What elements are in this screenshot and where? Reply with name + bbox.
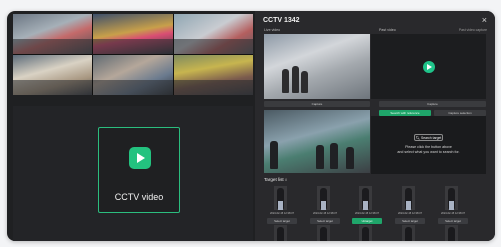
- past-video-label: Past video: [379, 28, 396, 32]
- select-target-button[interactable]: Select target: [310, 218, 340, 224]
- target-thumbnail[interactable]: [274, 186, 287, 210]
- person-figure: [346, 147, 354, 169]
- target-list-title: Target list 8: [264, 177, 287, 182]
- camera-tile-6[interactable]: [173, 55, 253, 95]
- person-figure: [330, 143, 338, 169]
- detail-panel: CCTV 1342 × Live video Past video Past v…: [255, 11, 495, 241]
- list-item: 2024-02-15 12:38:37 Untarget: [350, 186, 384, 241]
- past-video-player[interactable]: [371, 34, 486, 99]
- past-video-capture-label: Past video capture: [458, 28, 487, 32]
- target-timestamp: 2024-02-15 12:38:37: [269, 212, 295, 215]
- target-thumbnail[interactable]: [445, 225, 458, 241]
- list-item: 2024-02-15 12:38:37 Select target: [308, 186, 342, 241]
- untarget-button[interactable]: Untarget: [352, 218, 382, 224]
- search-panel: 🔍︎ Search target Please click the button…: [371, 116, 486, 174]
- target-thumbnail[interactable]: [274, 225, 287, 241]
- panel-title: CCTV 1342: [263, 17, 300, 24]
- camera-tile-3[interactable]: [173, 14, 253, 54]
- live-video-player[interactable]: [264, 34, 370, 99]
- camera-tile-2[interactable]: [93, 14, 173, 54]
- video-drop-area: CCTV video: [13, 106, 253, 241]
- cctv-video-label: CCTV video: [114, 192, 164, 202]
- person-figure: [282, 69, 289, 93]
- target-thumbnail[interactable]: [359, 186, 372, 210]
- camera-tile-5[interactable]: [93, 55, 173, 95]
- list-item: 2024-02-15 12:38:37 Select target: [265, 186, 299, 241]
- person-figure: [292, 66, 299, 93]
- target-count: 8: [284, 178, 287, 182]
- search-target-label: Search target: [420, 136, 442, 140]
- list-item: 2024-02-15 12:38:37 Select target: [393, 186, 427, 241]
- camera-tile-4[interactable]: [13, 55, 93, 95]
- list-item: 2024-02-15 12:38:37 Select target: [436, 186, 470, 241]
- live-capture-button[interactable]: Capture: [264, 101, 370, 107]
- target-timestamp: 2024-02-15 12:38:37: [354, 212, 380, 215]
- camera-tile-1[interactable]: [13, 14, 93, 54]
- target-thumbnail[interactable]: [402, 225, 415, 241]
- play-icon: [423, 61, 435, 73]
- target-thumbnail[interactable]: [445, 186, 458, 210]
- left-pane: CCTV video: [13, 14, 253, 241]
- person-figure: [270, 141, 278, 169]
- camera-grid: [13, 14, 253, 95]
- target-thumbnail[interactable]: [359, 225, 372, 241]
- person-figure: [316, 145, 324, 169]
- target-thumbnail[interactable]: [317, 225, 330, 241]
- live-video-label: Live video: [264, 28, 281, 32]
- target-timestamp: 2024-02-15 12:38:37: [397, 212, 423, 215]
- captured-frame[interactable]: [264, 110, 370, 173]
- person-figure: [301, 71, 308, 93]
- cctv-video-tile[interactable]: CCTV video: [98, 127, 180, 213]
- select-target-button[interactable]: Select target: [267, 218, 297, 224]
- search-hint-line2: and select what you want to search for.: [397, 150, 460, 154]
- play-file-icon: [129, 147, 151, 169]
- select-target-button[interactable]: Select target: [395, 218, 425, 224]
- target-thumbnail[interactable]: [317, 186, 330, 210]
- target-timestamp: 2024-02-15 12:38:37: [440, 212, 466, 215]
- close-icon[interactable]: ×: [482, 15, 487, 25]
- target-thumbnail[interactable]: [402, 186, 415, 210]
- select-target-button[interactable]: Select target: [438, 218, 468, 224]
- search-target-button[interactable]: 🔍︎ Search target: [414, 134, 443, 141]
- search-hint: Please click the button above and select…: [371, 145, 486, 155]
- past-capture-button[interactable]: Capture: [379, 101, 486, 107]
- target-timestamp: 2024-02-15 12:38:37: [312, 212, 338, 215]
- app-window: CCTV video CCTV 1342 × Live video Past v…: [7, 11, 495, 241]
- target-list-label: Target list: [264, 177, 284, 182]
